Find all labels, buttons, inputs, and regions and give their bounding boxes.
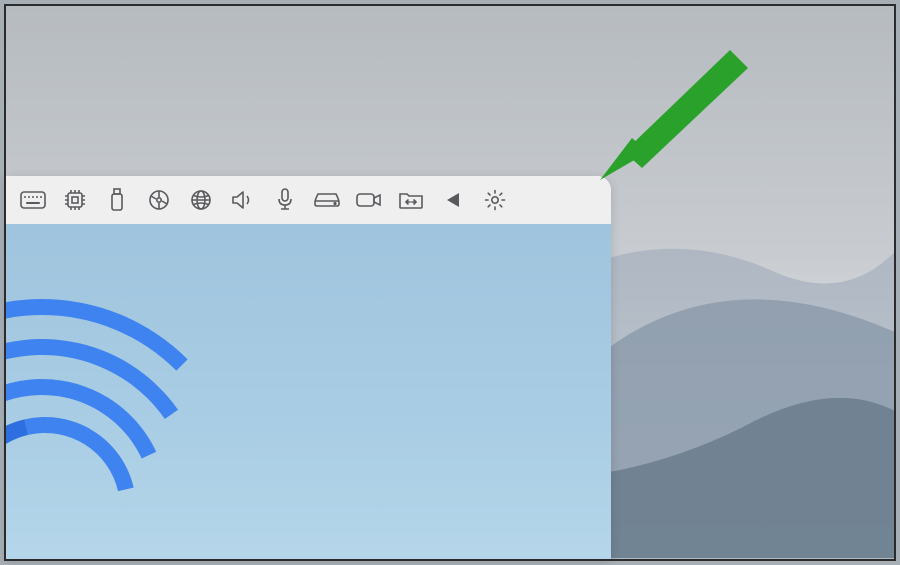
screenshot-stage bbox=[0, 0, 900, 565]
screenshot-border bbox=[4, 4, 896, 561]
